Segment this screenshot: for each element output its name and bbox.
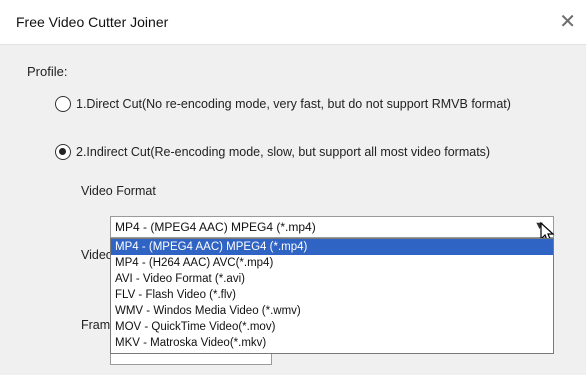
- dropdown-option[interactable]: MKV - Matroska Video(*.mkv): [111, 335, 553, 351]
- dropdown-option[interactable]: MOV - QuickTime Video(*.mov): [111, 319, 553, 335]
- dropdown-option[interactable]: FLV - Flash Video (*.flv): [111, 287, 553, 303]
- frame-option-label: Fram: [81, 318, 111, 332]
- direct-cut-radio[interactable]: [55, 96, 71, 112]
- frame-rate-select[interactable]: [110, 354, 272, 365]
- dropdown-option[interactable]: WMV - Windos Media Video (*.wmv): [111, 303, 553, 319]
- dropdown-option[interactable]: MP4 - (H264 AAC) AVC(*.mp4): [111, 255, 553, 271]
- dropdown-option[interactable]: AVI - Video Format (*.avi): [111, 271, 553, 287]
- video-format-label: Video Format: [81, 184, 156, 198]
- close-icon[interactable]: ✕: [559, 12, 576, 32]
- video-format-dropdown-list: MP4 - (MPEG4 AAC) MPEG4 (*.mp4) MP4 - (H…: [110, 238, 554, 354]
- profile-label: Profile:: [27, 64, 68, 79]
- app-window: Free Video Cutter Joiner ✕ Profile: 1.Di…: [0, 0, 586, 375]
- title-bar: Free Video Cutter Joiner ✕: [0, 0, 586, 45]
- indirect-cut-radio[interactable]: [55, 144, 71, 160]
- indirect-cut-label[interactable]: 2.Indirect Cut(Re-encoding mode, slow, b…: [76, 145, 490, 159]
- video-format-selected-value: MP4 - (MPEG4 AAC) MPEG4 (*.mp4): [115, 220, 316, 234]
- video-format-select[interactable]: MP4 - (MPEG4 AAC) MPEG4 (*.mp4) ▼: [110, 216, 554, 238]
- window-title: Free Video Cutter Joiner: [16, 14, 169, 30]
- dropdown-option[interactable]: MP4 - (MPEG4 AAC) MPEG4 (*.mp4): [111, 239, 553, 255]
- video-option-label: Video: [81, 248, 113, 262]
- direct-cut-label[interactable]: 1.Direct Cut(No re-encoding mode, very f…: [76, 97, 511, 111]
